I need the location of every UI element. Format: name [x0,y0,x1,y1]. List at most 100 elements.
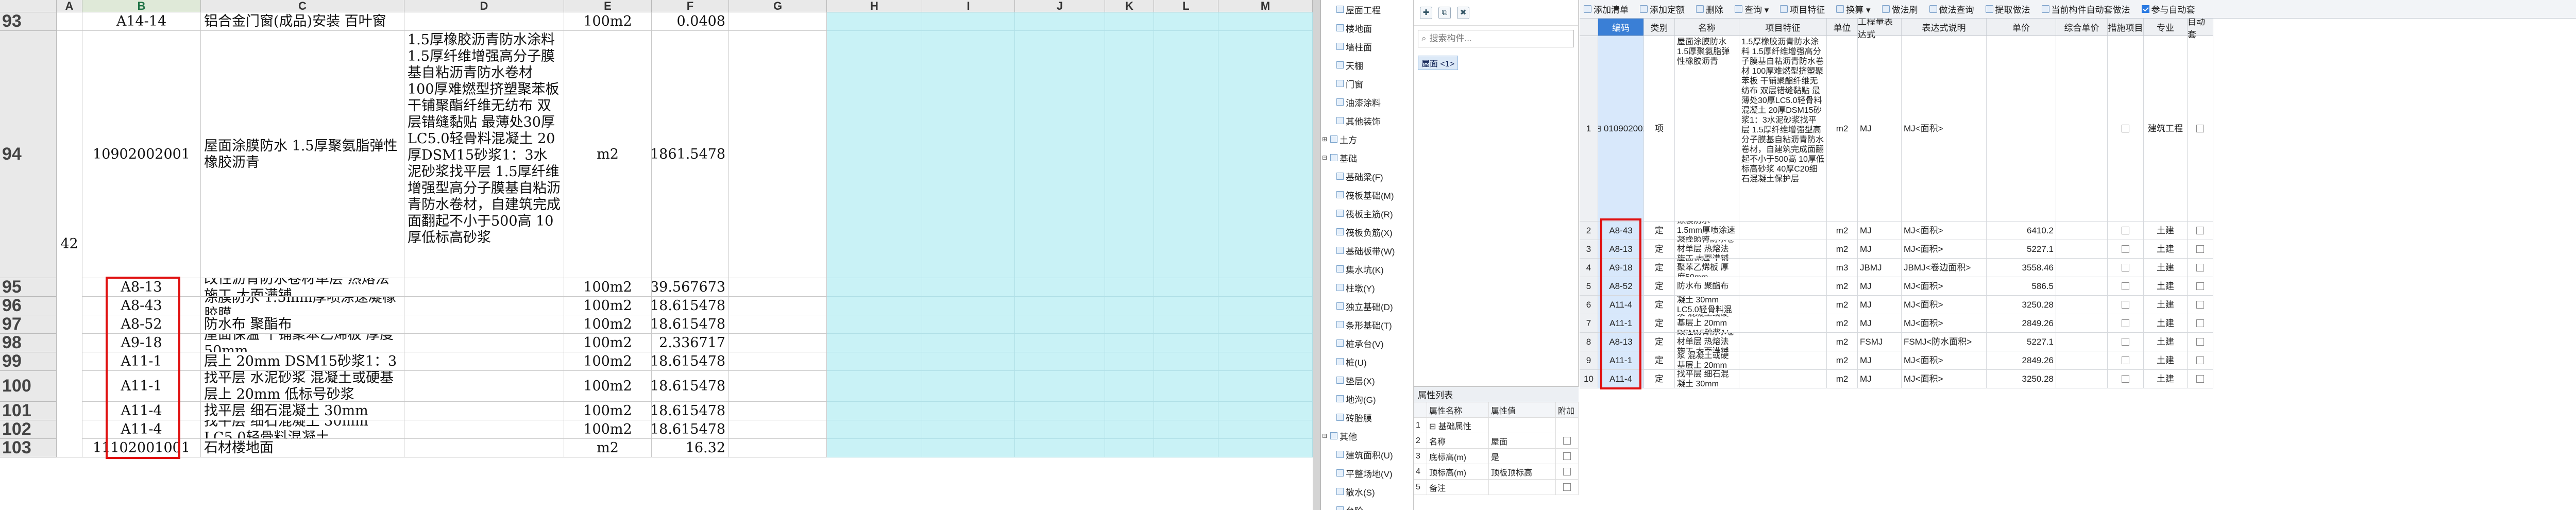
name-cell[interactable]: 找平层 水泥砂浆 混凝土或硬基层上 20mm DSM15砂浆1：3水泥砂浆 [1675,314,1739,333]
feature-cell[interactable] [404,315,564,334]
code-cell[interactable]: A8-13 [82,278,201,297]
sheet-cell[interactable] [1154,12,1218,31]
code-cell[interactable]: A11-1 [1598,314,1644,333]
name-cell[interactable]: 找平层 水泥砂浆 混凝土或硬基层上 20mm 低标号砂浆 [1675,351,1739,370]
sheet-cell[interactable] [827,278,922,297]
grid-header-10[interactable]: 措施项目 [2108,19,2144,36]
price-cell[interactable]: 5227.1 [1987,240,2056,259]
expression-cell[interactable]: MJ [1858,351,1902,370]
sheet-cell[interactable] [1105,31,1154,278]
sheet-cell[interactable] [922,31,1015,278]
name-cell[interactable]: 涂膜防水 1.5mm厚喷涂速凝橡胶膜 [201,297,404,315]
name-cell[interactable]: 找平层 细石混凝土 30mm [201,402,404,420]
g-cell[interactable] [729,278,827,297]
specialty-cell[interactable]: 土建 [2144,296,2188,314]
add-checkbox[interactable] [1563,468,1571,475]
code-cell[interactable]: A8-13 [1598,240,1644,259]
sheet-cell[interactable] [1154,402,1218,420]
property-value[interactable] [1489,480,1556,495]
qty-cell[interactable]: 39.567673 [652,278,729,297]
code-cell[interactable]: ⊟ 010902002 [1598,36,1644,222]
sheet-cell[interactable] [922,402,1015,420]
tree-item[interactable]: 基础梁(F) [1321,167,1413,185]
feature-cell[interactable] [404,371,564,402]
unit-cell[interactable]: m2 [1827,240,1858,259]
tree-item[interactable]: 平整场地(V) [1321,464,1413,482]
corner-cell[interactable] [0,0,57,12]
code-cell[interactable]: A11-1 [82,371,201,402]
sheet-cell[interactable] [827,334,922,352]
category-cell[interactable]: 项 [1644,36,1675,222]
price-cell[interactable]: 3250.28 [1987,296,2056,314]
row-checkbox[interactable] [2196,264,2204,271]
sheet-cell[interactable] [1105,12,1154,31]
sheet-cell[interactable] [1154,371,1218,402]
sheet-cell[interactable] [827,12,922,31]
g-cell[interactable] [729,31,827,278]
grid-header-2[interactable]: 类别 [1644,19,1675,36]
sheet-cell[interactable] [1105,352,1154,371]
code-cell[interactable]: A8-52 [82,315,201,334]
tree-item[interactable]: 散水(S) [1321,482,1413,501]
sheet-cell[interactable] [827,439,922,457]
sheet-cell[interactable] [1015,278,1105,297]
tree-item[interactable]: ⊟ 其他 [1321,427,1413,445]
g-cell[interactable] [729,402,827,420]
qty-cell[interactable]: 18.615478 [652,420,729,439]
unit-cell[interactable]: 100m2 [564,420,652,439]
feature-cell[interactable] [1739,296,1827,314]
col-header-k[interactable]: K [1105,0,1154,12]
row-header[interactable]: 103 [0,438,57,457]
unit-cell[interactable]: m2 [564,439,652,457]
feature-cell[interactable] [404,352,564,371]
category-cell[interactable]: 定 [1644,351,1675,370]
tree-item[interactable]: 筏板负筋(X) [1321,223,1413,241]
tree-item[interactable]: 基础板带(W) [1321,241,1413,260]
sheet-cell[interactable] [1218,420,1313,439]
name-cell[interactable]: 屋面涂膜防水 1.5厚聚氨脂弹性橡胶沥青 [201,31,404,278]
code-cell[interactable]: 11102001001 [82,439,201,457]
name-cell[interactable]: 铝合金门窗(成品)安装 百叶窗 [201,12,404,31]
sheet-cell[interactable] [1154,31,1218,278]
unit-cell[interactable]: m2 [1827,314,1858,333]
composite-price-cell[interactable] [2056,333,2108,351]
tree-item[interactable]: 筏板主筋(R) [1321,204,1413,223]
name-cell[interactable]: 防水布 聚酯布 [1675,277,1739,296]
name-cell[interactable]: 涂膜防水 1.5mm厚喷涂速凝橡胶膜 [1675,222,1739,240]
col-header-b[interactable]: B [82,0,201,12]
delete-icon[interactable]: ✖ [1457,6,1469,19]
unit-cell[interactable]: 100m2 [564,371,652,402]
sheet-cell[interactable] [827,297,922,315]
auto-cell[interactable] [2188,370,2213,388]
sheet-cell[interactable] [1218,352,1313,371]
toolbar-button[interactable]: 删除 [1696,3,1723,15]
tree-item[interactable]: 独立基础(D) [1321,297,1413,315]
sheet-cell[interactable] [1015,371,1105,402]
expression-cell[interactable]: MJ [1858,222,1902,240]
code-cell[interactable]: A9-18 [1598,259,1644,277]
name-cell[interactable]: 找平层 细石混凝土 30mm LC5.0轻骨料混凝土 [201,420,404,439]
measure-cell[interactable] [2108,277,2144,296]
tree-item[interactable]: 条形基础(T) [1321,315,1413,334]
row-checkbox[interactable] [2122,245,2129,253]
row-checkbox[interactable] [2196,282,2204,290]
sheet-cell[interactable] [1218,439,1313,457]
code-cell[interactable]: A8-43 [82,297,201,315]
sheet-cell[interactable] [1015,352,1105,371]
g-cell[interactable] [729,315,827,334]
toolbar-button[interactable]: 参与自动套 [2141,3,2195,15]
property-row[interactable]: 4 顶标高(m) 顶板顶标高 [1414,464,1579,480]
tree-item[interactable]: 柱墩(Y) [1321,278,1413,297]
specialty-cell[interactable]: 建筑工程 [2144,36,2188,222]
composite-price-cell[interactable] [2056,36,2108,222]
row-checkbox[interactable] [2122,319,2129,327]
collapse-icon[interactable]: ⊟ [1322,154,1328,161]
g-cell[interactable] [729,439,827,457]
auto-cell[interactable] [2188,222,2213,240]
sheet-cell[interactable] [1105,439,1154,457]
unit-cell[interactable]: 100m2 [564,334,652,352]
feature-cell[interactable] [1739,314,1827,333]
component-filter-chip[interactable]: 屋面 <1> [1418,56,1459,70]
row-header[interactable]: 100 [0,371,57,402]
code-cell[interactable]: A11-4 [82,420,201,439]
